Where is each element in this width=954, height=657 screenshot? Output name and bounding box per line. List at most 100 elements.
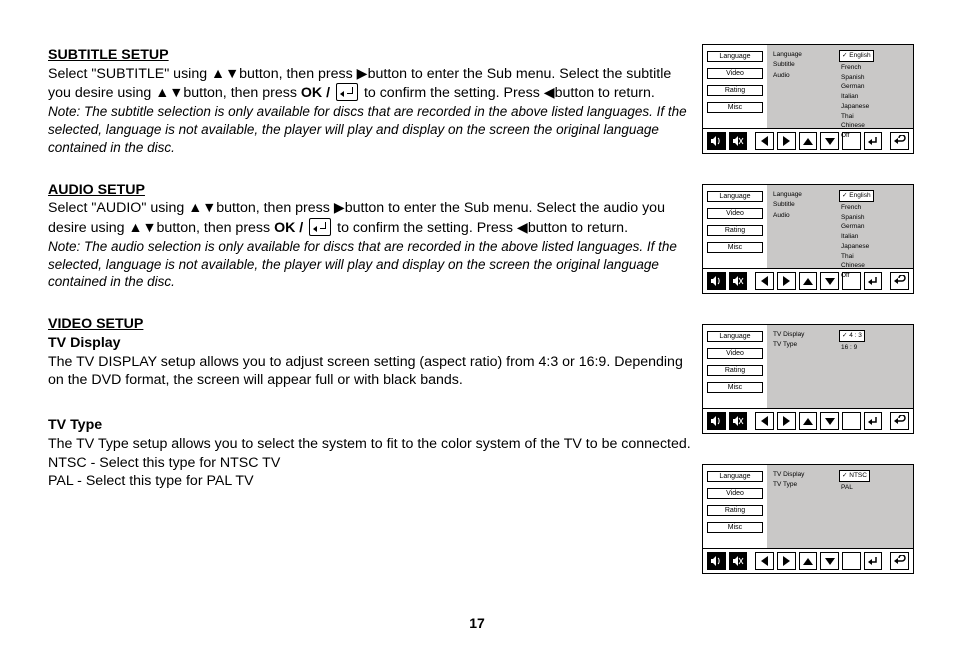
osd-menu-item: Language <box>707 471 763 482</box>
return-icon <box>890 552 909 570</box>
subtitle-section: SUBTITLE SETUP Select "SUBTITLE" using ▲… <box>48 46 693 157</box>
speaker-icon <box>707 552 726 570</box>
speaker-icon <box>707 272 726 290</box>
osd-subtitle: LanguageVideoRatingMiscLanguageSubtitleA… <box>702 44 914 154</box>
osd-option: French <box>841 64 861 71</box>
tv-display-body: The TV DISPLAY setup allows you to adjus… <box>48 353 693 390</box>
up-down-icon: ▲▼ <box>211 66 239 82</box>
left-icon: ◀ <box>544 85 555 101</box>
osd-submenu-item: Language <box>773 50 831 60</box>
osd-submenu-item: TV Display <box>773 470 831 480</box>
osd-tv-type: LanguageVideoRatingMiscTV DisplayTV Type… <box>702 464 914 574</box>
osd-option: Thai <box>841 113 854 120</box>
subtitle-body: Select "SUBTITLE" using ▲▼button, then p… <box>48 65 693 103</box>
text: button, then press <box>216 200 334 216</box>
nav-down-icon <box>820 132 839 150</box>
nav-right-icon <box>777 272 796 290</box>
nav-down-icon <box>820 272 839 290</box>
osd-submenu-item: Subtitle <box>773 60 831 70</box>
subtitle-heading: SUBTITLE SETUP <box>48 46 693 65</box>
nav-right-icon <box>777 412 796 430</box>
return-icon <box>890 412 909 430</box>
enter-key-icon <box>864 412 883 430</box>
stop-icon <box>842 412 861 430</box>
enter-key-icon <box>864 132 883 150</box>
osd-option: NTSC <box>839 470 870 482</box>
page-number: 17 <box>0 615 954 631</box>
osd-menu-item: Video <box>707 68 763 79</box>
osd-audio: LanguageVideoRatingMiscLanguageSubtitleA… <box>702 184 914 294</box>
osd-menu-item: Rating <box>707 505 763 516</box>
subtitle-note: Note: The subtitle selection is only ava… <box>48 103 693 156</box>
tv-type-body: The TV Type setup allows you to select t… <box>48 435 693 491</box>
osd-option: Chinese <box>841 122 865 129</box>
osd-submenu-item: Language <box>773 190 831 200</box>
up-down-icon: ▲▼ <box>188 200 216 216</box>
text: button, then press <box>157 220 275 236</box>
text: NTSC - Select this type for NTSC TV <box>48 454 693 473</box>
osd-keyrow <box>703 268 913 293</box>
up-down-icon: ▲▼ <box>128 220 156 236</box>
osd-submenu-item: TV Type <box>773 340 831 350</box>
right-icon: ▶ <box>357 66 368 82</box>
text: button, then press <box>239 66 357 82</box>
ok-label: OK / <box>274 220 307 236</box>
left-icon: ◀ <box>517 220 528 236</box>
osd-keyrow <box>703 128 913 153</box>
nav-up-icon <box>799 412 818 430</box>
osd-menu-item: Misc <box>707 522 763 533</box>
osd-option: German <box>841 83 864 90</box>
osd-option: 4 : 3 <box>839 330 865 342</box>
osd-option: Chinese <box>841 262 865 269</box>
text: button to return. <box>528 220 628 236</box>
audio-section: AUDIO SETUP Select "AUDIO" using ▲▼butto… <box>48 181 693 292</box>
nav-left-icon <box>755 132 774 150</box>
speaker-icon <box>707 132 726 150</box>
up-down-icon: ▲▼ <box>155 85 183 101</box>
osd-keyrow <box>703 408 913 433</box>
osd-option: PAL <box>841 484 853 491</box>
osd-menu-item: Rating <box>707 225 763 236</box>
osd-submenu-item: Subtitle <box>773 200 831 210</box>
nav-left-icon <box>755 412 774 430</box>
osd-submenu-item: TV Type <box>773 480 831 490</box>
mute-icon <box>729 552 748 570</box>
osd-keyrow <box>703 548 913 573</box>
text: Select "AUDIO" using <box>48 200 188 216</box>
osd-option: Spanish <box>841 74 865 81</box>
nav-down-icon <box>820 412 839 430</box>
osd-option: Japanese <box>841 103 869 110</box>
nav-right-icon <box>777 552 796 570</box>
audio-heading: AUDIO SETUP <box>48 181 693 200</box>
stop-icon <box>842 272 861 290</box>
audio-body: Select "AUDIO" using ▲▼button, then pres… <box>48 199 693 237</box>
enter-key-icon <box>864 552 883 570</box>
audio-note: Note: The audio selection is only availa… <box>48 238 693 291</box>
osd-option: English <box>839 50 874 62</box>
osd-menu-item: Video <box>707 348 763 359</box>
osd-menu-item: Misc <box>707 242 763 253</box>
text: The TV Type setup allows you to select t… <box>48 435 693 454</box>
osd-option: English <box>839 190 874 202</box>
osd-option: German <box>841 223 864 230</box>
nav-up-icon <box>799 552 818 570</box>
osd-menu-item: Video <box>707 208 763 219</box>
text: to confirm the setting. Press <box>333 220 517 236</box>
osd-menu-item: Language <box>707 51 763 62</box>
mute-icon <box>729 272 748 290</box>
text: button, then press <box>183 85 301 101</box>
return-icon <box>890 132 909 150</box>
tv-display-heading: TV Display <box>48 334 693 353</box>
osd-menu-item: Rating <box>707 365 763 376</box>
osd-option: Italian <box>841 233 858 240</box>
text: button to return. <box>555 85 655 101</box>
return-icon <box>890 272 909 290</box>
osd-tv-display: LanguageVideoRatingMiscTV DisplayTV Type… <box>702 324 914 434</box>
text: Select "SUBTITLE" using <box>48 66 211 82</box>
mute-icon <box>729 412 748 430</box>
osd-menu-item: Language <box>707 191 763 202</box>
enter-key-icon <box>864 272 883 290</box>
nav-down-icon <box>820 552 839 570</box>
stop-icon <box>842 132 861 150</box>
mute-icon <box>729 132 748 150</box>
